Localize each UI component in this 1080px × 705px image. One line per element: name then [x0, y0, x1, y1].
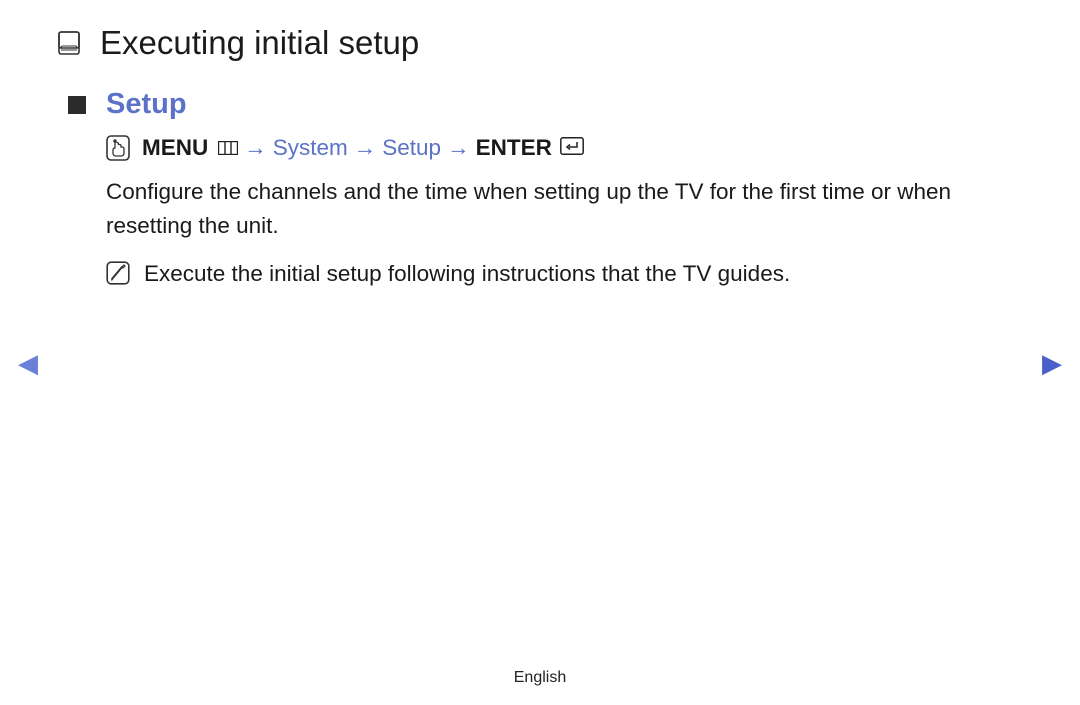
title-row: Executing initial setup: [58, 24, 1022, 62]
hand-icon: [106, 135, 130, 161]
manual-page: ◀ ▶ Executing initial setup Setup: [0, 0, 1080, 705]
note-row: Execute the initial setup following inst…: [106, 257, 1022, 291]
note-text: Execute the initial setup following inst…: [144, 257, 790, 291]
page-title: Executing initial setup: [100, 24, 419, 62]
arrow-2: →: [354, 135, 377, 161]
enter-key-icon: [560, 135, 584, 161]
prev-page-button[interactable]: ◀: [18, 350, 38, 376]
next-page-button[interactable]: ▶: [1042, 350, 1062, 376]
arrow-3: →: [447, 135, 470, 161]
book-icon: [58, 31, 80, 55]
path-system: System: [273, 135, 348, 161]
note-icon: [106, 261, 130, 285]
menu-grid-icon: [218, 135, 238, 161]
menu-path: MENU → System → Setup → ENTER: [106, 135, 1022, 161]
square-bullet-icon: [68, 96, 86, 114]
arrow-1: →: [244, 135, 267, 161]
content-area: Executing initial setup Setup MENU: [0, 0, 1080, 290]
body-paragraph: Configure the channels and the time when…: [106, 175, 1022, 243]
section-heading: Setup: [106, 88, 187, 121]
path-setup: Setup: [382, 135, 441, 161]
footer-language: English: [0, 669, 1080, 687]
enter-label: ENTER: [476, 135, 552, 161]
menu-label: MENU: [142, 135, 208, 161]
section-row: Setup: [68, 88, 1022, 121]
